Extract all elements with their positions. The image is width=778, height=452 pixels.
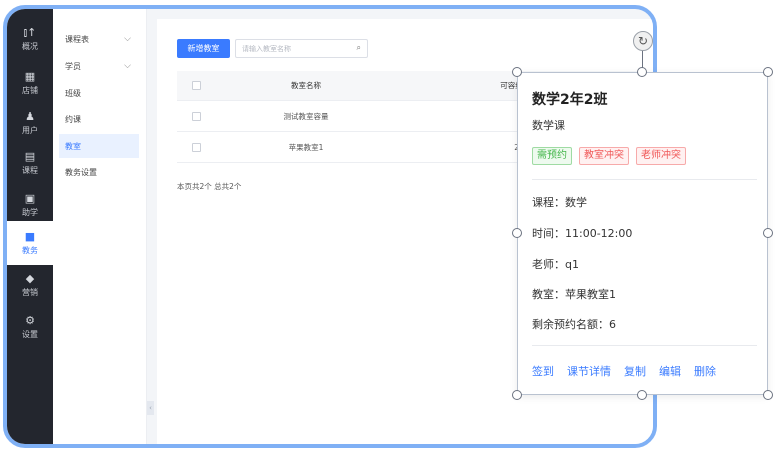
nav-item-overview[interactable]: ⫾↑ 概况 [7,17,53,61]
nav-item-academic[interactable]: ■ 教务 [7,221,53,265]
status-badge-teacher-conflict: 老师冲突 [636,147,686,165]
resize-handle-left[interactable] [512,228,522,238]
info-classroom: 教室：苹果教室1 [532,288,616,301]
add-classroom-button[interactable]: 新增教室 [177,39,230,58]
popover-title: 数学2年2班 [532,92,608,108]
subnav-label: 学员 [65,61,81,71]
resize-handle-right[interactable] [763,228,773,238]
info-teacher: 老师：q1 [532,258,579,271]
edit-link[interactable]: 编辑 [659,363,681,379]
delete-link[interactable]: 删除 [694,363,716,379]
subnav-item-classes[interactable]: 班级 [59,81,139,105]
chevron-down-icon: ⌵ [124,34,131,44]
gear-icon: ⚙ [25,313,35,327]
rotate-icon[interactable]: ↻ [633,31,653,51]
subnav-item-schedule[interactable]: 课程表 ⌵ [59,27,139,51]
document-icon: ▤ [24,149,36,163]
main-sidebar: ⫾↑ 概况 ▦ 店铺 ♟ 用户 ▤ 课程 ▣ 助学 ■ 教务 ◆ 营销 ⚙ 设置 [7,9,53,444]
resize-handle-bottom-left[interactable] [512,390,522,400]
subnav-item-classrooms[interactable]: 教室 [59,134,139,158]
book-icon: ■ [24,229,36,243]
subnav-item-academic-settings[interactable]: 教务设置 [59,160,139,184]
status-badge-room-conflict: 教室冲突 [579,147,629,165]
status-badge-booking-required: 需预约 [532,147,572,165]
subnav-label: 课程表 [65,34,89,44]
subnav-label: 教务设置 [65,167,97,177]
select-all-checkbox[interactable] [191,81,201,90]
search-placeholder: 请输入教室名称 [242,44,291,53]
search-icon[interactable]: ⌕ [357,43,361,53]
subnav-label: 班级 [65,88,81,98]
info-remaining-slots: 剩余预约名额：6 [532,318,616,331]
subnav-item-students[interactable]: 学员 ⌵ [59,54,139,78]
nav-label: 教务 [22,245,38,255]
resize-handle-bottom[interactable] [637,390,647,400]
copy-link[interactable]: 复制 [624,363,646,379]
nav-item-store[interactable]: ▦ 店铺 [7,61,53,105]
nav-label: 营销 [22,287,38,297]
row-checkbox[interactable] [191,111,201,121]
lesson-popover: 数学2年2班 数学课 需预约 教室冲突 老师冲突 课程：数学 时间：11:00-… [517,72,768,395]
popover-actions: 签到 课节详情 复制 编辑 删除 [532,363,716,379]
info-course: 课程：数学 [532,196,587,209]
lesson-details-link[interactable]: 课节详情 [567,363,611,379]
tag-icon: ◆ [25,271,35,285]
resize-handle-top-left[interactable] [512,67,522,77]
column-header-name: 教室名称 [291,81,321,90]
search-input[interactable]: 请输入教室名称 ⌕ [235,39,368,58]
store-icon: ▦ [24,69,36,83]
check-in-link[interactable]: 签到 [532,363,554,379]
nav-item-courses[interactable]: ▤ 课程 [7,141,53,185]
nav-item-users[interactable]: ♟ 用户 [7,101,53,145]
status-tags: 需预约 教室冲突 老师冲突 [532,147,686,165]
row-checkbox[interactable] [191,142,201,152]
subnav-label: 约课 [65,114,81,124]
nav-item-settings[interactable]: ⚙ 设置 [7,305,53,349]
divider [532,179,757,180]
nav-label: 概况 [22,41,38,51]
gamepad-icon: ▣ [24,191,36,205]
nav-label: 设置 [22,329,38,339]
chevron-down-icon: ⌵ [124,61,131,71]
nav-label: 店铺 [22,85,38,95]
table-summary: 本页共2个 总共2个 [177,182,242,191]
nav-label: 用户 [22,125,38,135]
sub-sidebar: 课程表 ⌵ 学员 ⌵ 班级 约课 教室 教务设置 [53,9,147,444]
resize-handle-top-right[interactable] [763,67,773,77]
chart-icon: ⫾↑ [23,25,37,39]
collapse-sidebar-toggle[interactable]: ‹ [147,401,154,415]
popover-subtitle: 数学课 [532,119,565,132]
cell-name: 测试教室容量 [283,111,329,121]
subnav-item-booking[interactable]: 约课 [59,107,139,131]
resize-handle-top[interactable] [637,67,647,77]
resize-handle-bottom-right[interactable] [763,390,773,400]
nav-label: 课程 [22,165,38,175]
nav-item-marketing[interactable]: ◆ 营销 [7,263,53,307]
info-time: 时间：11:00-12:00 [532,227,633,240]
users-icon: ♟ [25,109,35,123]
cell-name: 苹果教室1 [288,142,324,152]
subnav-label: 教室 [65,141,81,151]
nav-label: 助学 [22,207,38,217]
divider [532,345,757,346]
